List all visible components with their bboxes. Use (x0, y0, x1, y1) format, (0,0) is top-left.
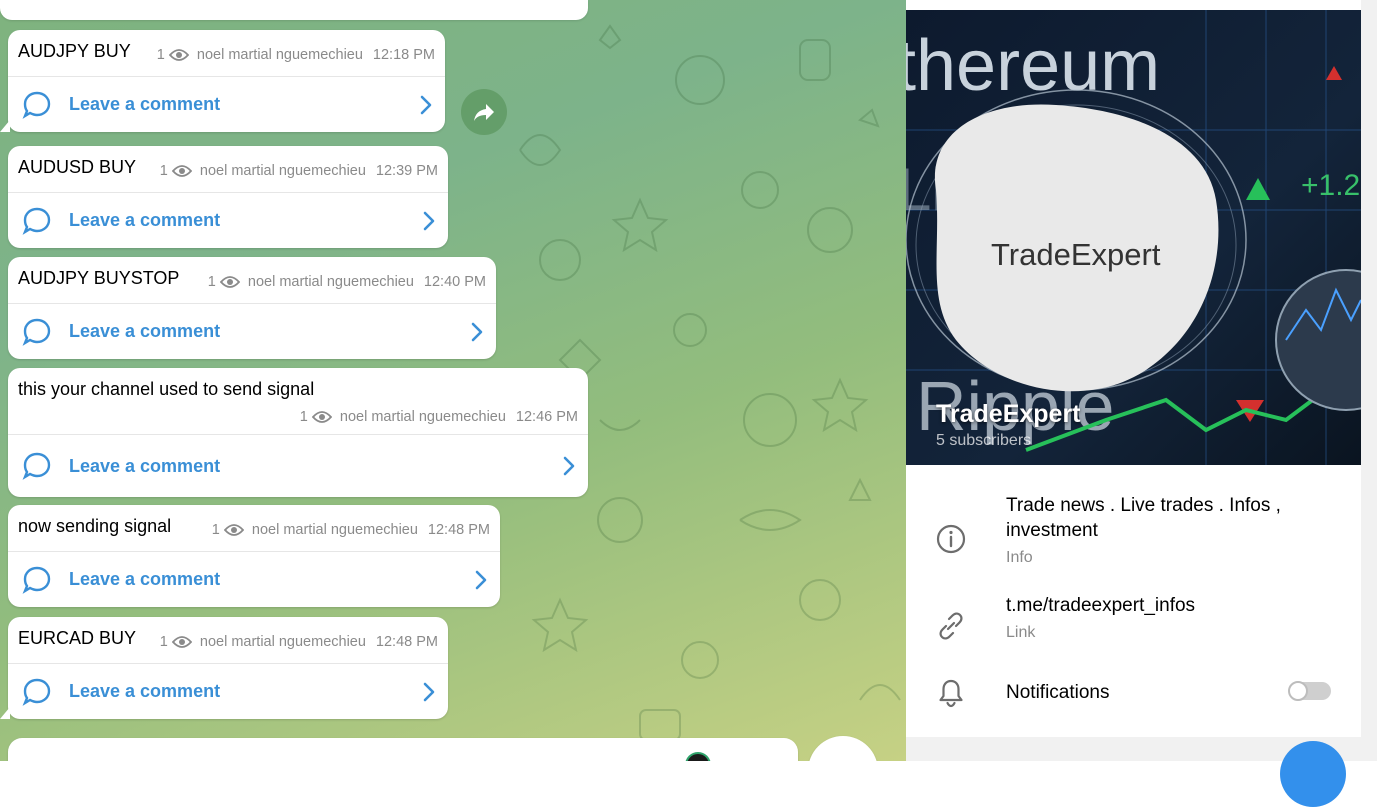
chevron-right-icon (563, 456, 575, 476)
banner-word: thereum (906, 26, 1160, 106)
post-meta: 1 noel martial nguemechieu 12:48 PM (160, 634, 438, 650)
channel-post: AUDJPY BUYSTOP 1 noel martial nguemechie… (8, 257, 496, 359)
comment-bubble-icon (22, 452, 51, 480)
chevron-right-icon (423, 211, 435, 231)
post-author: noel martial nguemechieu (251, 522, 418, 538)
view-count: 1 (207, 274, 216, 290)
leave-comment-button[interactable]: Leave a comment (8, 192, 448, 248)
link-row[interactable]: t.me/tradeexpert_infos Link (906, 592, 1361, 652)
post-meta: 1 noel martial nguemechieu 12:48 PM (212, 522, 490, 538)
chat-area: AUDJPY BUY 1 noel martial nguemechieu 12… (0, 0, 906, 761)
toggle-knob (1288, 681, 1308, 701)
channel-link[interactable]: t.me/tradeexpert_infos (1006, 593, 1195, 618)
post-author: noel martial nguemechieu (196, 47, 363, 63)
view-count: 1 (299, 409, 308, 425)
view-count: 1 (159, 163, 168, 179)
forward-icon (474, 104, 494, 121)
channel-post: EURCAD BUY 1 noel martial nguemechieu 12… (0, 617, 448, 719)
eye-icon (219, 276, 240, 288)
post-author: noel martial nguemechieu (199, 634, 366, 650)
view-count: 1 (211, 522, 220, 538)
banner-word: +1.2 (1301, 169, 1360, 202)
post-time: 12:46 PM (515, 409, 578, 425)
info-row[interactable]: Trade news . Live trades . Infos , inves… (906, 490, 1361, 580)
message-composer[interactable] (8, 738, 798, 761)
comment-label: Leave a comment (69, 681, 221, 701)
chevron-right-icon (475, 570, 487, 590)
info-label: Info (1006, 549, 1033, 566)
eye-icon (171, 165, 192, 177)
post-meta: 1 noel martial nguemechieu 12:40 PM (208, 274, 486, 290)
post-time: 12:40 PM (423, 274, 486, 290)
post-meta: 1 noel martial nguemechieu 12:18 PM (157, 47, 435, 63)
view-count: 1 (156, 47, 165, 63)
comment-label: Leave a comment (69, 321, 221, 341)
leave-comment-button[interactable]: Leave a comment (8, 551, 500, 607)
comment-bubble-icon (22, 207, 51, 235)
leave-comment-button[interactable]: Leave a comment (8, 434, 588, 497)
eye-icon (171, 636, 192, 648)
channel-description: Trade news . Live trades . Infos , inves… (1006, 495, 1281, 541)
post-author: noel martial nguemechieu (339, 409, 506, 425)
subscriber-count: 5 subscribers (936, 432, 1032, 449)
comment-label: Leave a comment (69, 455, 221, 476)
banner-artwork: thereum Lit Ripple +1.2 TradeExpert (906, 10, 1361, 465)
channel-post: AUDJPY BUY 1 noel martial nguemechieu 12… (0, 30, 445, 132)
post-meta: 1 noel martial nguemechieu 12:46 PM (300, 409, 578, 425)
leave-comment-button[interactable]: Leave a comment (8, 76, 445, 132)
chevron-right-icon (471, 322, 483, 342)
info-icon (936, 524, 966, 554)
post-time: 12:39 PM (375, 163, 438, 179)
comment-label: Leave a comment (69, 569, 221, 589)
eye-icon (311, 411, 332, 423)
view-count: 1 (159, 634, 168, 650)
forward-button[interactable] (461, 89, 507, 135)
notifications-label: Notifications (1006, 682, 1110, 703)
channel-name: TradeExpert (936, 400, 1081, 428)
post-time: 12:18 PM (372, 47, 435, 63)
eye-icon (168, 49, 189, 61)
link-icon (939, 612, 963, 640)
comment-bubble-icon (22, 318, 51, 346)
comment-bubble-icon (22, 91, 51, 119)
bell-icon (939, 679, 963, 708)
chevron-right-icon (423, 682, 435, 702)
eye-icon (223, 524, 244, 536)
previous-post-bottom (0, 0, 588, 20)
post-time: 12:48 PM (375, 634, 438, 650)
action-fab-button[interactable] (1280, 741, 1346, 807)
scrollbar[interactable] (1361, 0, 1377, 761)
channel-post: this your channel used to send signal 1 … (8, 368, 588, 497)
channel-post: AUDUSD BUY 1 noel martial nguemechieu 12… (8, 146, 448, 248)
leave-comment-button[interactable]: Leave a comment (8, 303, 496, 359)
notifications-row[interactable]: Notifications (906, 678, 1361, 708)
channel-banner[interactable]: thereum Lit Ripple +1.2 TradeExpert Trad… (906, 10, 1361, 465)
notifications-toggle[interactable] (1288, 681, 1331, 701)
link-label: Link (1006, 624, 1036, 641)
comment-label: Leave a comment (69, 94, 221, 114)
channel-post: now sending signal 1 noel martial ngueme… (8, 505, 500, 607)
leave-comment-button[interactable]: Leave a comment (8, 663, 448, 719)
chevron-right-icon (420, 95, 432, 115)
comment-bubble-icon (22, 566, 51, 594)
banner-logo-text: TradeExpert (991, 237, 1161, 272)
post-text: this your channel used to send signal (18, 379, 315, 399)
emoji-button[interactable] (685, 752, 711, 761)
post-meta: 1 noel martial nguemechieu 12:39 PM (160, 163, 438, 179)
post-time: 12:48 PM (427, 522, 490, 538)
comment-label: Leave a comment (69, 210, 221, 230)
post-author: noel martial nguemechieu (247, 274, 414, 290)
comment-bubble-icon (22, 678, 51, 706)
post-author: noel martial nguemechieu (199, 163, 366, 179)
